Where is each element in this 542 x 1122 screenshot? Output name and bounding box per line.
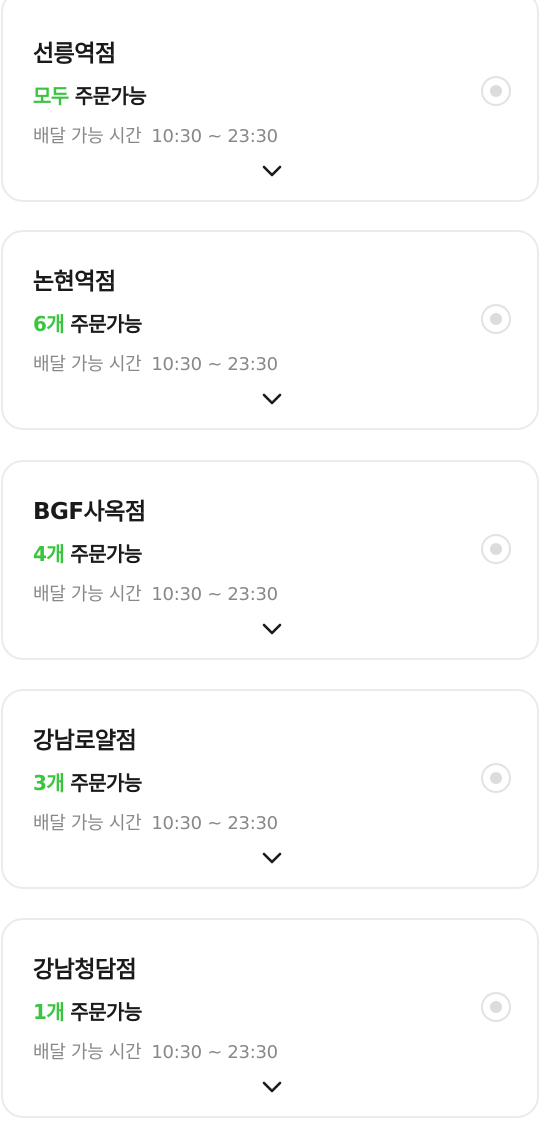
store-card[interactable]: 강남로얄점 3개 주문가능 배달 가능 시간 10:30 ~ 23:30	[1, 689, 539, 889]
order-count: 모두	[33, 84, 69, 108]
delivery-hours-label: 배달 가능 시간	[33, 1042, 142, 1063]
store-name: 강남로얄점	[33, 728, 137, 754]
radio-button-icon[interactable]	[481, 534, 511, 564]
order-count: 1개	[33, 1000, 65, 1024]
order-availability: 6개 주문가능	[33, 308, 142, 337]
radio-button-icon[interactable]	[481, 304, 511, 334]
chevron-down-icon[interactable]	[261, 622, 283, 636]
radio-button-icon[interactable]	[481, 76, 511, 106]
chevron-down-icon[interactable]	[261, 1080, 283, 1094]
radio-button-icon[interactable]	[481, 763, 511, 793]
delivery-hours-label: 배달 가능 시간	[33, 584, 142, 605]
order-count: 3개	[33, 771, 65, 795]
order-count: 6개	[33, 312, 65, 336]
delivery-hours-label: 배달 가능 시간	[33, 813, 142, 834]
store-name: 선릉역점	[33, 41, 116, 67]
delivery-hours: 배달 가능 시간 10:30 ~ 23:30	[33, 350, 278, 376]
delivery-hours-time: 10:30 ~ 23:30	[151, 354, 278, 375]
order-availability: 4개 주문가능	[33, 538, 142, 567]
radio-dot	[490, 772, 502, 784]
order-label: 주문가능	[70, 1000, 142, 1024]
delivery-hours-time: 10:30 ~ 23:30	[151, 1042, 278, 1063]
chevron-down-icon[interactable]	[261, 392, 283, 406]
delivery-hours-label: 배달 가능 시간	[33, 126, 142, 147]
store-card[interactable]: 선릉역점 모두 주문가능 배달 가능 시간 10:30 ~ 23:30	[1, 0, 539, 202]
order-label: 주문가능	[70, 312, 142, 336]
order-label: 주문가능	[70, 542, 142, 566]
delivery-hours: 배달 가능 시간 10:30 ~ 23:30	[33, 809, 278, 835]
delivery-hours: 배달 가능 시간 10:30 ~ 23:30	[33, 1038, 278, 1064]
radio-dot	[490, 543, 502, 555]
store-name: BGF사옥점	[33, 499, 146, 525]
store-list: 선릉역점 모두 주문가능 배달 가능 시간 10:30 ~ 23:30 논현역점 6…	[0, 0, 542, 1122]
delivery-hours-time: 10:30 ~ 23:30	[151, 126, 278, 147]
order-availability: 1개 주문가능	[33, 996, 142, 1025]
store-name: 논현역점	[33, 269, 116, 295]
store-name: 강남청담점	[33, 957, 137, 983]
order-availability: 3개 주문가능	[33, 767, 142, 796]
delivery-hours: 배달 가능 시간 10:30 ~ 23:30	[33, 122, 278, 148]
chevron-down-icon[interactable]	[261, 164, 283, 178]
delivery-hours-time: 10:30 ~ 23:30	[151, 813, 278, 834]
store-card[interactable]: 논현역점 6개 주문가능 배달 가능 시간 10:30 ~ 23:30	[1, 230, 539, 430]
radio-dot	[490, 85, 502, 97]
radio-button-icon[interactable]	[481, 992, 511, 1022]
delivery-hours-time: 10:30 ~ 23:30	[151, 584, 278, 605]
order-availability: 모두 주문가능	[33, 80, 147, 109]
order-label: 주문가능	[70, 771, 142, 795]
chevron-down-icon[interactable]	[261, 851, 283, 865]
radio-dot	[490, 1001, 502, 1013]
delivery-hours-label: 배달 가능 시간	[33, 354, 142, 375]
order-label: 주문가능	[74, 84, 147, 108]
radio-dot	[490, 313, 502, 325]
store-card[interactable]: 강남청담점 1개 주문가능 배달 가능 시간 10:30 ~ 23:30	[1, 918, 539, 1118]
store-card[interactable]: BGF사옥점 4개 주문가능 배달 가능 시간 10:30 ~ 23:30	[1, 460, 539, 660]
delivery-hours: 배달 가능 시간 10:30 ~ 23:30	[33, 580, 278, 606]
order-count: 4개	[33, 542, 65, 566]
